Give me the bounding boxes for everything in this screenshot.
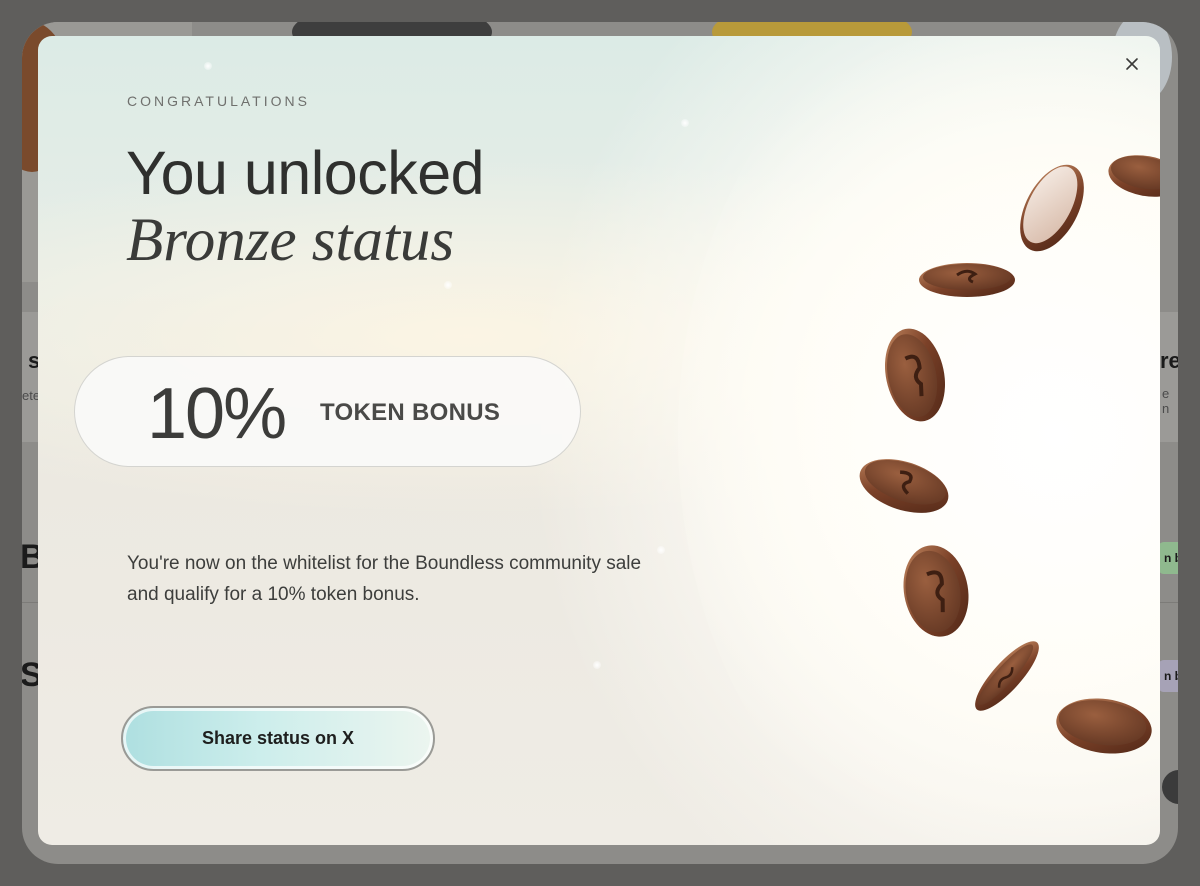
coin (859, 459, 949, 513)
background-pill: n b (1158, 542, 1178, 574)
status-modal: CONGRATULATIONS You unlocked Bronze stat… (38, 36, 1160, 845)
coin (884, 328, 946, 422)
coin (975, 641, 1039, 711)
coin (919, 263, 1015, 297)
coin (1108, 155, 1160, 197)
background-pill: n b (1158, 660, 1178, 692)
background-text: re: (1160, 348, 1178, 373)
background-text: e n (1162, 386, 1170, 416)
coin (903, 545, 969, 637)
coin (1056, 698, 1152, 754)
coin (1020, 164, 1084, 252)
background-button (1162, 770, 1178, 804)
bronze-coins-illustration (859, 155, 1160, 754)
